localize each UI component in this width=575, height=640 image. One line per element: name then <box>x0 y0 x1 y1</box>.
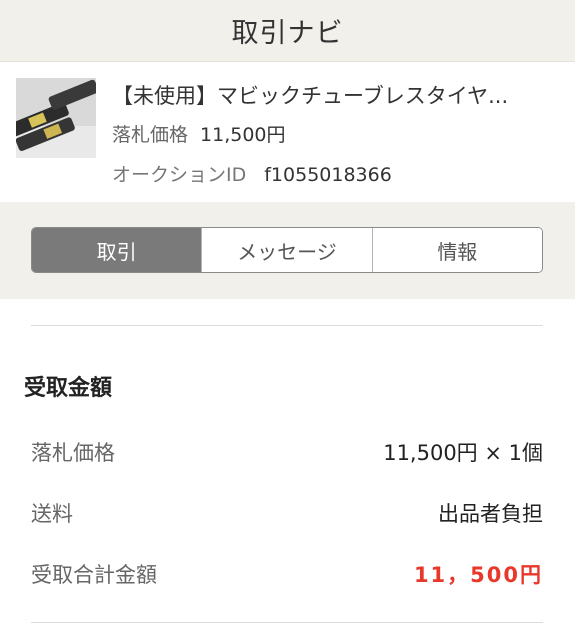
tab-messages[interactable]: メッセージ <box>201 228 372 272</box>
tire-image-icon <box>16 78 96 158</box>
auction-id-value: f1055018366 <box>264 164 392 186</box>
receipt-section-title: 受取金額 <box>24 376 113 401</box>
row-label: 受取合計金額 <box>31 563 157 587</box>
divider <box>31 325 543 326</box>
auction-id-line: オークションID f1055018366 <box>112 160 392 187</box>
item-title[interactable]: 【未使用】マビックチューブレスタイヤ... <box>112 80 508 110</box>
row-label: 送料 <box>31 502 73 526</box>
receipt-row-winning-price: 落札価格 11,500円 × 1個 <box>31 432 543 472</box>
total-amount: 11，500円 <box>413 563 543 587</box>
app-header: 取引ナビ <box>0 0 575 62</box>
row-value: 11,500円 × 1個 <box>383 441 543 465</box>
divider <box>31 622 543 623</box>
item-price-line: 落札価格 11,500円 <box>112 120 286 147</box>
item-summary[interactable]: 【未使用】マビックチューブレスタイヤ... 落札価格 11,500円 オークション… <box>0 62 575 202</box>
row-label: 落札価格 <box>31 441 115 465</box>
tab-transaction[interactable]: 取引 <box>32 228 202 272</box>
segmented-tabs: 取引 メッセージ 情報 <box>31 227 543 273</box>
tab-info[interactable]: 情報 <box>371 228 542 272</box>
auction-id-label: オークションID <box>112 164 247 186</box>
item-price-value: 11,500円 <box>200 124 286 146</box>
row-value: 出品者負担 <box>438 502 543 526</box>
tabs-band: 取引 メッセージ 情報 <box>0 202 575 299</box>
item-thumbnail[interactable] <box>16 78 96 158</box>
item-price-label: 落札価格 <box>112 124 189 146</box>
page-title: 取引ナビ <box>231 18 344 49</box>
receipt-row-shipping: 送料 出品者負担 <box>31 493 543 533</box>
receipt-row-total: 受取合計金額 11，500円 <box>31 554 543 594</box>
